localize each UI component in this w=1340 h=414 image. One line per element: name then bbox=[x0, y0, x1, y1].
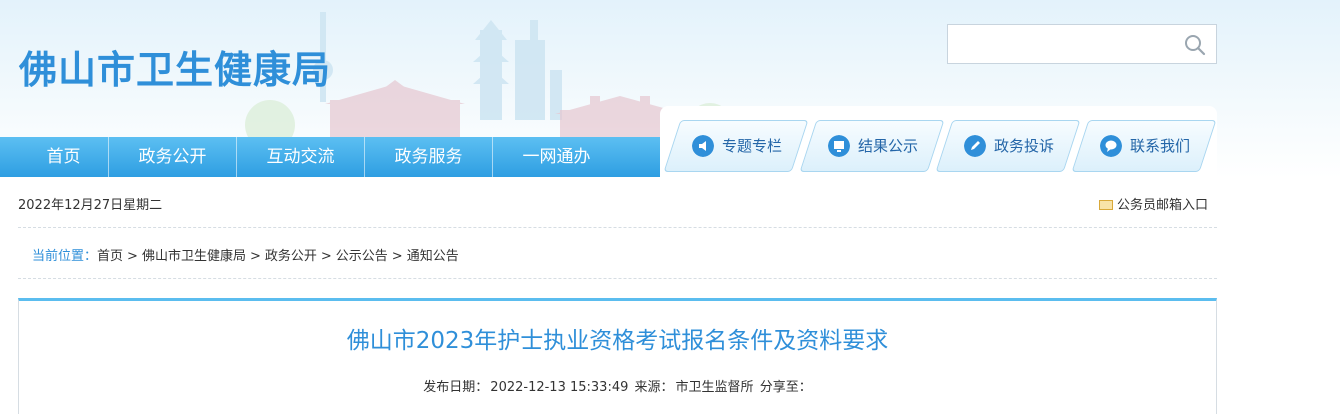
breadcrumb-separator: > bbox=[391, 249, 403, 264]
envelope-icon bbox=[1099, 199, 1113, 210]
breadcrumb-item[interactable]: 通知公告 bbox=[407, 249, 459, 264]
mail-link-label: 公务员邮箱入口 bbox=[1117, 198, 1209, 213]
quick-link-label: 政务投诉 bbox=[994, 137, 1055, 155]
publish-label: 发布日期： bbox=[423, 380, 489, 395]
divider bbox=[18, 227, 1217, 228]
source-value: 市卫生监督所 bbox=[675, 380, 754, 395]
divider bbox=[18, 278, 1217, 279]
quick-links-panel: 专题专栏 结果公示 政务投诉 联系我们 bbox=[660, 106, 1217, 178]
breadcrumb-separator: > bbox=[249, 249, 261, 264]
article-title: 佛山市2023年护士执业资格考试报名条件及资料要求 bbox=[346, 328, 889, 354]
nav-item-gov-affairs[interactable]: 政务公开 bbox=[108, 137, 237, 177]
quick-link-complaints[interactable]: 政务投诉 bbox=[935, 120, 1081, 172]
chat-icon bbox=[1100, 135, 1122, 157]
breadcrumb-item[interactable]: 政务公开 bbox=[265, 249, 317, 264]
site-title[interactable]: 佛山市卫生健康局 bbox=[19, 39, 331, 94]
mail-entry-link[interactable]: 公务员邮箱入口 bbox=[1099, 194, 1208, 213]
quick-link-contact[interactable]: 联系我们 bbox=[1071, 120, 1217, 172]
source-label: 来源： bbox=[634, 380, 674, 395]
publish-date: 2022-12-13 15:33:49 bbox=[490, 380, 629, 395]
nav-item-one-stop[interactable]: 一网通办 bbox=[492, 137, 621, 177]
current-date: 2022年12月27日星期二 bbox=[18, 198, 163, 213]
breadcrumb-separator: > bbox=[127, 249, 138, 264]
breadcrumb-separator: > bbox=[320, 249, 332, 264]
breadcrumb-item[interactable]: 公示公告 bbox=[336, 249, 388, 264]
nav-item-services[interactable]: 政务服务 bbox=[364, 137, 493, 177]
breadcrumb-lead: 当前位置： bbox=[32, 249, 98, 264]
quick-link-results[interactable]: 结果公示 bbox=[799, 120, 945, 172]
search-input[interactable] bbox=[947, 24, 1217, 64]
article-meta: 发布日期： 2022-12-13 15:33:49 来源： 市卫生监督所 分享至： bbox=[19, 376, 1216, 395]
quick-link-label: 联系我们 bbox=[1130, 137, 1191, 155]
share-label[interactable]: 分享至： bbox=[760, 380, 812, 395]
article-panel: 佛山市2023年护士执业资格考试报名条件及资料要求 发布日期： 2022-12-1… bbox=[18, 298, 1217, 414]
breadcrumb-item[interactable]: 首页 bbox=[97, 249, 123, 264]
breadcrumb-item[interactable]: 佛山市卫生健康局 bbox=[142, 249, 246, 264]
quick-link-topics[interactable]: 专题专栏 bbox=[663, 120, 809, 172]
breadcrumb: 当前位置：首页 > 佛山市卫生健康局 > 政务公开 > 公示公告 > 通知公告 bbox=[32, 245, 459, 264]
monitor-icon bbox=[828, 135, 850, 157]
quick-link-label: 专题专栏 bbox=[722, 137, 783, 155]
quick-link-label: 结果公示 bbox=[858, 137, 919, 155]
main-nav: 首页 政务公开 互动交流 政务服务 一网通办 bbox=[0, 137, 670, 177]
nav-item-interaction[interactable]: 互动交流 bbox=[236, 137, 365, 177]
search-icon[interactable] bbox=[1183, 33, 1207, 57]
pen-icon bbox=[964, 135, 986, 157]
speaker-icon bbox=[692, 135, 714, 157]
